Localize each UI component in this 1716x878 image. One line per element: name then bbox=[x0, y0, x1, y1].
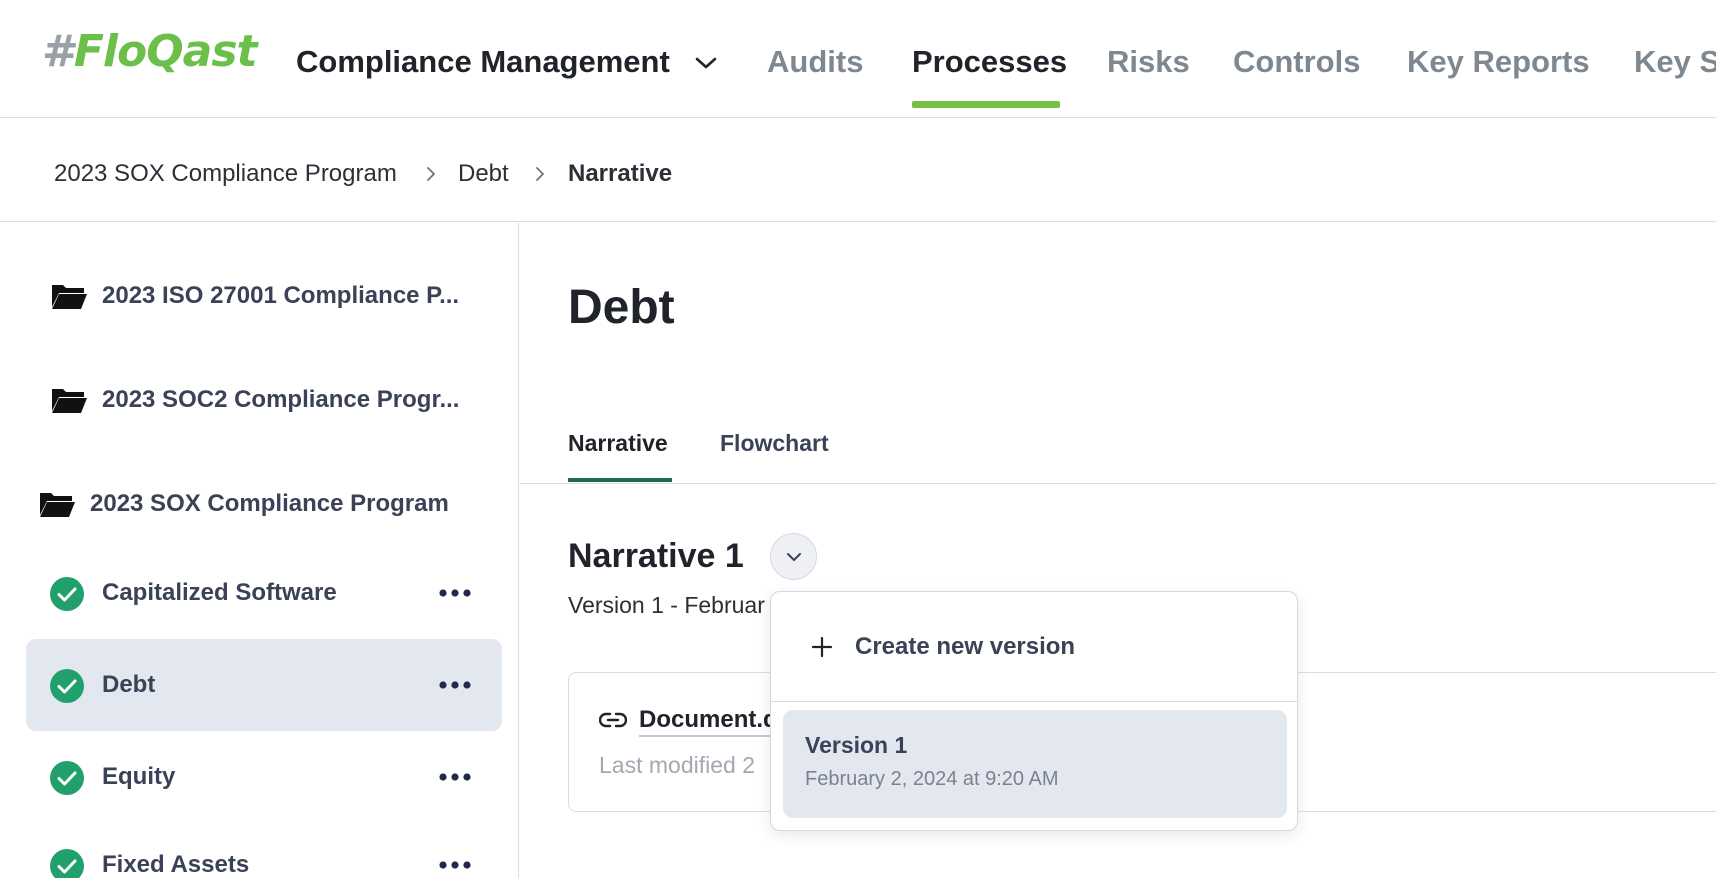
document-last-modified: Last modified 2 bbox=[599, 752, 755, 778]
check-circle-icon bbox=[50, 669, 84, 703]
nav-compliance-management[interactable]: Compliance Management bbox=[296, 44, 670, 80]
more-horizontal-icon[interactable] bbox=[438, 587, 472, 599]
document-link[interactable]: Document.d bbox=[639, 705, 778, 737]
version-dropdown-toggle[interactable] bbox=[770, 533, 817, 580]
nav-active-indicator bbox=[912, 101, 1060, 108]
nav-risks[interactable]: Risks bbox=[1107, 44, 1190, 80]
folder-open-icon bbox=[40, 493, 75, 517]
check-circle-icon bbox=[50, 577, 84, 611]
tab-flowchart[interactable]: Flowchart bbox=[720, 428, 829, 458]
chevron-down-icon bbox=[787, 553, 801, 561]
more-horizontal-icon[interactable] bbox=[438, 679, 472, 691]
nav-processes[interactable]: Processes bbox=[912, 44, 1067, 80]
breadcrumb-program[interactable]: 2023 SOX Compliance Program bbox=[54, 159, 397, 189]
version-option-1[interactable]: Version 1 February 2, 2024 at 9:20 AM bbox=[783, 710, 1287, 818]
breadcrumb: 2023 SOX Compliance Program Debt Narrati… bbox=[0, 119, 1716, 222]
sidebar-item-capitalized-software[interactable]: Capitalized Software bbox=[26, 547, 502, 639]
nav-key-reports[interactable]: Key Reports bbox=[1407, 44, 1590, 80]
nav-key-systems[interactable]: Key Sy bbox=[1634, 44, 1716, 80]
sidebar-item-debt[interactable]: Debt bbox=[26, 639, 502, 731]
version-info: Version 1 - Februar bbox=[568, 592, 765, 618]
breadcrumb-current: Narrative bbox=[568, 160, 673, 187]
version-dropdown-menu: Create new version Version 1 February 2,… bbox=[770, 591, 1298, 831]
chevron-right-icon bbox=[536, 167, 544, 181]
sidebar-program-sox[interactable]: 2023 SOX Compliance Program bbox=[38, 489, 449, 519]
check-circle-icon bbox=[50, 849, 84, 878]
tab-bar: Narrative Flowchart bbox=[520, 420, 1716, 484]
tab-narrative[interactable]: Narrative bbox=[568, 428, 668, 458]
chevron-right-icon bbox=[427, 167, 435, 181]
sidebar-item-equity[interactable]: Equity bbox=[26, 731, 502, 823]
chevron-down-icon[interactable] bbox=[694, 54, 718, 72]
plus-icon bbox=[811, 636, 833, 658]
link-icon bbox=[599, 712, 627, 728]
sidebar: 2023 ISO 27001 Compliance P... 2023 SOC2… bbox=[0, 223, 519, 878]
top-nav: #FloQast Compliance Management Audits Pr… bbox=[0, 0, 1716, 118]
tab-active-indicator bbox=[568, 478, 672, 482]
sidebar-program-iso[interactable]: 2023 ISO 27001 Compliance P... bbox=[50, 281, 459, 311]
folder-open-icon bbox=[52, 389, 87, 413]
breadcrumb-process[interactable]: Debt bbox=[458, 159, 509, 189]
folder-open-icon bbox=[52, 285, 87, 309]
more-horizontal-icon[interactable] bbox=[438, 859, 472, 871]
sidebar-program-soc2[interactable]: 2023 SOC2 Compliance Progr... bbox=[50, 385, 459, 415]
page-title: Debt bbox=[568, 281, 675, 334]
nav-audits[interactable]: Audits bbox=[767, 44, 863, 80]
floqast-logo[interactable]: #FloQast bbox=[42, 30, 258, 74]
narrative-title: Narrative 1 bbox=[568, 537, 744, 575]
sidebar-item-fixed-assets[interactable]: Fixed Assets bbox=[26, 819, 502, 878]
more-horizontal-icon[interactable] bbox=[438, 771, 472, 783]
check-circle-icon bbox=[50, 761, 84, 795]
create-new-version-button[interactable]: Create new version bbox=[771, 592, 1297, 702]
nav-controls[interactable]: Controls bbox=[1233, 44, 1360, 80]
